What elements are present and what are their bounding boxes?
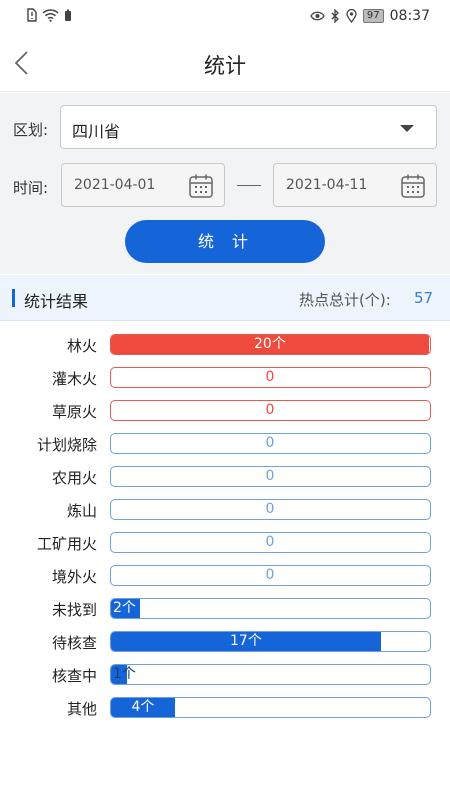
bar-category-label: 灌木火: [51, 370, 97, 388]
date-range-separator: [237, 185, 261, 186]
bar-track: 0: [110, 433, 431, 454]
bar-row: 核查中 1个: [0, 663, 450, 687]
app-header: 统计: [0, 34, 450, 92]
bar-row: 灌木火 0: [0, 366, 450, 390]
bar-category-label: 核查中: [51, 667, 97, 685]
battery-indicator: 97: [362, 9, 384, 23]
bar-value-label: 20个: [254, 336, 286, 352]
eye-icon: [310, 11, 325, 21]
sim-alert-icon: [27, 8, 37, 22]
status-right: 97 08:37: [310, 8, 430, 24]
bar-row: 其他 4个: [0, 696, 450, 720]
end-date-field[interactable]: 2021-04-11: [273, 163, 437, 207]
location-icon: [346, 9, 357, 23]
bar-category-label: 工矿用火: [36, 535, 97, 553]
battery-small-icon: [65, 9, 71, 21]
bar-value-label: 0: [265, 501, 275, 517]
bar-category-label: 林火: [66, 337, 97, 355]
chevron-down-icon: [400, 125, 414, 132]
bar-value-label: 0: [265, 468, 275, 484]
bar-value-label: 0: [265, 435, 275, 451]
wifi-icon: [42, 8, 59, 22]
bluetooth-icon: [331, 9, 339, 23]
bar-category-label: 炼山: [66, 502, 97, 520]
filter-form: 区划: 四川省 时间: 2021-04-01 2021-04-11 统计: [0, 93, 450, 274]
start-date-value: 2021-04-01: [74, 177, 156, 193]
bar-row: 计划烧除 0: [0, 432, 450, 456]
end-date-value: 2021-04-11: [286, 177, 368, 193]
calendar-icon: [189, 174, 213, 198]
bar-category-label: 草原火: [51, 403, 97, 421]
start-date-field[interactable]: 2021-04-01: [61, 163, 225, 207]
bar-category-label: 境外火: [51, 568, 97, 586]
bar-track: 0: [110, 466, 431, 487]
bar-value-label: 17个: [230, 633, 262, 649]
result-header: 统计结果 热点总计(个): 57: [0, 275, 450, 321]
bar-category-label: 未找到: [51, 601, 97, 619]
time-label: 时间:: [13, 179, 49, 197]
bar-row: 林火 20个: [0, 333, 450, 357]
clock: 08:37: [389, 8, 430, 24]
bar-row: 工矿用火 0: [0, 531, 450, 555]
bar-track: 0: [110, 367, 431, 388]
bar-track: 17个: [110, 631, 431, 652]
bar-track: 0: [110, 532, 431, 553]
calendar-icon: [401, 174, 425, 198]
bar-row: 炼山 0: [0, 498, 450, 522]
bar-category-label: 其他: [66, 700, 97, 718]
region-value: 四川省: [72, 122, 121, 141]
bar-track: 2个: [110, 598, 431, 619]
bar-value-label: 0: [265, 369, 275, 385]
bar-row: 草原火 0: [0, 399, 450, 423]
bar-track: 20个: [110, 334, 431, 355]
total-value: 57: [414, 289, 434, 307]
bar-track: 0: [110, 499, 431, 520]
total-label: 热点总计(个):: [299, 291, 391, 309]
bar-category-label: 计划烧除: [36, 436, 97, 454]
bar-row: 农用火 0: [0, 465, 450, 489]
bar-category-label: 待核查: [51, 634, 97, 652]
bar-track: 0: [110, 565, 431, 586]
region-select[interactable]: 四川省: [60, 105, 437, 149]
bar-value-label: 1个: [113, 666, 136, 682]
bar-row: 未找到 2个: [0, 597, 450, 621]
bar-value-label: 0: [265, 567, 275, 583]
statistics-button[interactable]: 统计: [125, 220, 325, 263]
status-left-icons: [26, 8, 72, 22]
bar-value-label: 0: [265, 534, 275, 550]
bar-value-label: 4个: [131, 699, 155, 715]
result-title: 统计结果: [24, 292, 89, 311]
page-title: 统计: [204, 54, 246, 78]
bar-category-label: 农用火: [51, 469, 97, 487]
bar-value-label: 0: [265, 402, 275, 418]
bar-track: 4个: [110, 697, 431, 718]
status-bar: 97 08:37: [0, 0, 450, 34]
bar-track: 1个: [110, 664, 431, 685]
bar-value-label: 2个: [113, 600, 136, 616]
section-marker: [12, 289, 15, 307]
bar-row: 待核查 17个: [0, 630, 450, 654]
region-label: 区划:: [13, 121, 49, 139]
bar-track: 0: [110, 400, 431, 421]
bar-row: 境外火 0: [0, 564, 450, 588]
